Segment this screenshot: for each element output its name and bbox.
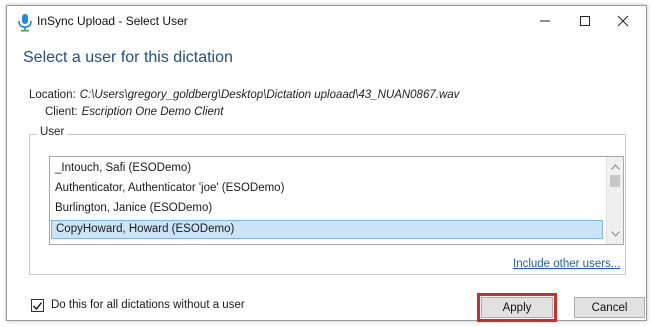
client-value: Escription One Demo Client xyxy=(81,106,224,118)
scroll-down-icon[interactable] xyxy=(607,226,623,242)
user-group-label: User xyxy=(37,126,68,138)
maximize-icon[interactable] xyxy=(567,8,603,34)
list-item[interactable]: _Intouch, Safi (ESODemo) xyxy=(51,159,603,178)
microphone-upload-icon xyxy=(17,14,33,32)
location-label: Location: xyxy=(29,89,76,101)
apply-all-label: Do this for all dictations without a use… xyxy=(51,299,245,311)
list-item[interactable]: Burlington, Janice (ESODemo) xyxy=(51,199,603,218)
window-title: InSync Upload - Select User xyxy=(37,14,188,28)
client-label: Client: xyxy=(45,106,78,118)
list-item[interactable]: Authenticator, Authenticator 'joe' (ESOD… xyxy=(51,179,603,198)
include-other-users-link[interactable]: Include other users... xyxy=(513,258,620,270)
title-bar[interactable]: InSync Upload - Select User xyxy=(7,6,646,37)
page-title: Select a user for this dictation xyxy=(23,49,233,66)
list-item-selected[interactable]: CopyHoward, Howard (ESODemo) xyxy=(51,220,603,239)
dialog-window: InSync Upload - Select User Select a use… xyxy=(6,5,647,322)
scroll-up-icon[interactable] xyxy=(607,159,623,175)
listbox-scrollbar[interactable] xyxy=(606,157,623,244)
apply-all-checkbox[interactable] xyxy=(31,299,44,312)
user-listbox[interactable]: _Intouch, Safi (ESODemo) Authenticator, … xyxy=(49,156,624,245)
checkmark-icon xyxy=(33,301,42,310)
minimize-icon[interactable] xyxy=(527,8,563,34)
location-value: C:\Users\gregory_goldberg\Desktop\Dictat… xyxy=(79,89,460,101)
location-row: Location: C:\Users\gregory_goldberg\Deskt… xyxy=(29,89,459,101)
cancel-button[interactable]: Cancel xyxy=(574,297,645,318)
scroll-thumb[interactable] xyxy=(610,175,620,187)
close-icon[interactable] xyxy=(605,8,641,34)
client-row: Client: Escription One Demo Client xyxy=(45,106,224,118)
apply-button[interactable]: Apply xyxy=(481,297,553,318)
